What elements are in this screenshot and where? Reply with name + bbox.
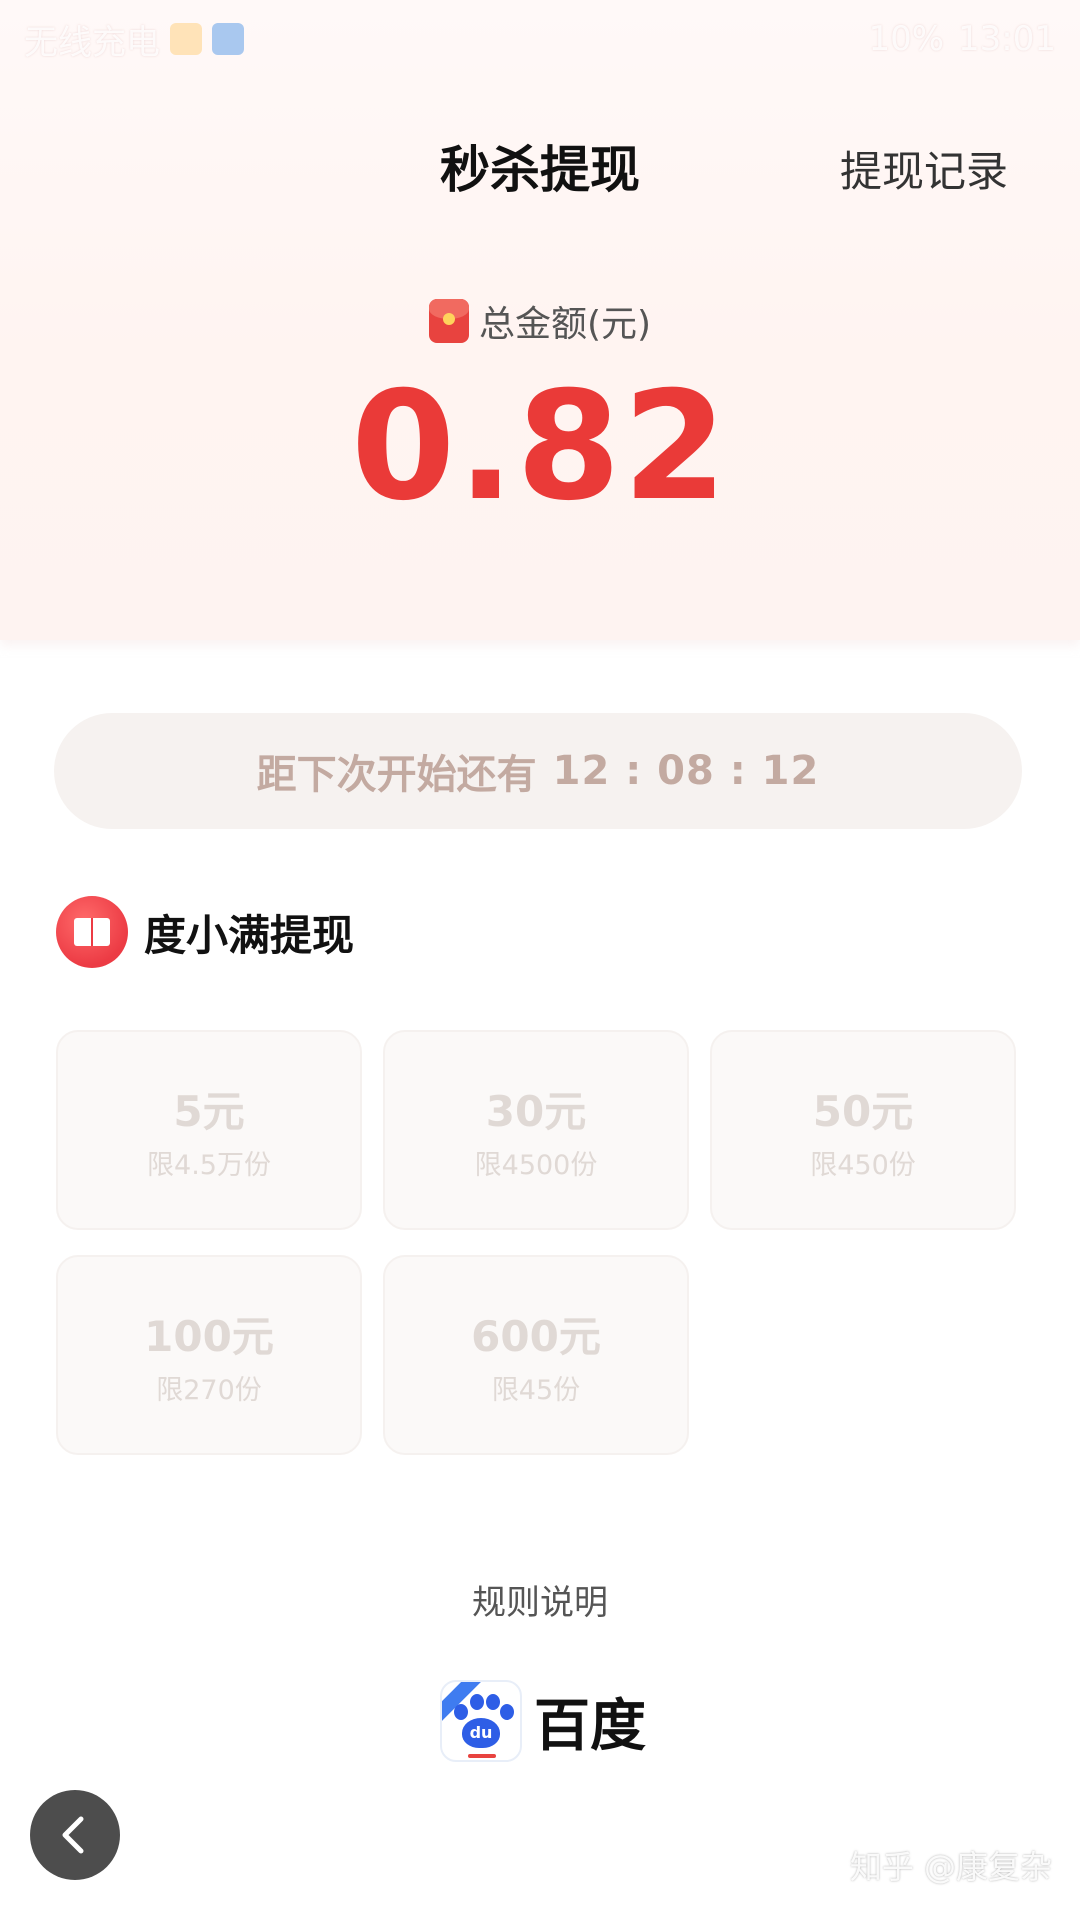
status-right: 10% 13:01	[868, 19, 1056, 59]
withdraw-option-100[interactable]: 100元 限270份	[56, 1255, 362, 1455]
red-envelope-icon	[428, 299, 469, 343]
search-app-icon	[212, 23, 244, 55]
clock-text: 13:01	[958, 19, 1056, 59]
option-limit: 限4.5万份	[147, 1150, 271, 1181]
baidu-paw-icon: du	[440, 1680, 522, 1762]
withdraw-option-600[interactable]: 600元 限45份	[383, 1255, 689, 1455]
section-header: 度小满提现	[56, 896, 354, 968]
battery-text: 10%	[868, 19, 945, 59]
countdown-time: 12 : 08 : 12	[552, 748, 820, 794]
option-limit: 限270份	[156, 1375, 262, 1406]
baidu-logo-text: 百度	[534, 1693, 646, 1759]
withdraw-options: 5元 限4.5万份 30元 限4500份 50元 限450份 100元 限270…	[56, 1030, 1016, 1455]
paw-toe	[486, 1694, 500, 1710]
page: 无线充电 10% 13:01 秒杀提现 提现记录 总金额(元) 0.82 距下次…	[0, 0, 1080, 1920]
withdraw-option-50[interactable]: 50元 限450份	[710, 1030, 1016, 1230]
withdraw-option-5[interactable]: 5元 限4.5万份	[56, 1030, 362, 1230]
cloud-icon	[170, 23, 202, 55]
option-amount: 600元	[471, 1312, 601, 1361]
option-amount: 30元	[485, 1087, 587, 1136]
balance-label: 总金额(元)	[478, 304, 652, 345]
balance-label-row: 总金额(元)	[0, 295, 1080, 347]
paw-toe	[500, 1704, 514, 1720]
status-bar: 无线充电 10% 13:01	[24, 14, 1056, 64]
countdown-prefix: 距下次开始还有	[256, 752, 537, 798]
status-left: 无线充电	[24, 15, 244, 64]
option-limit: 限450份	[810, 1150, 916, 1181]
option-amount: 100元	[144, 1312, 274, 1361]
withdraw-record-link[interactable]: 提现记录	[840, 138, 1008, 199]
option-amount: 5元	[173, 1087, 245, 1136]
option-limit: 限4500份	[474, 1150, 598, 1181]
paw-toe	[470, 1694, 484, 1710]
balance-header: 无线充电 10% 13:01 秒杀提现 提现记录 总金额(元) 0.82	[0, 0, 1080, 640]
withdraw-option-30[interactable]: 30元 限4500份	[383, 1030, 689, 1230]
option-limit: 限45份	[491, 1375, 581, 1406]
rules-link[interactable]: 规则说明	[0, 1575, 1080, 1624]
watermark: 知乎 @康复杂	[849, 1848, 1052, 1886]
option-amount: 50元	[812, 1087, 914, 1136]
baidu-brand: du 百度	[440, 1680, 646, 1762]
paw-pad: du	[462, 1718, 500, 1748]
countdown-banner: 距下次开始还有 12 : 08 : 12	[54, 713, 1022, 829]
paw-toe	[454, 1704, 468, 1720]
balance-amount: 0.82	[350, 360, 730, 534]
back-button[interactable]	[30, 1790, 120, 1880]
status-charging-text: 无线充电	[24, 22, 160, 63]
chevron-left-icon	[62, 1816, 84, 1854]
paw-underline	[468, 1754, 496, 1758]
book-icon	[56, 896, 128, 968]
section-title: 度小满提现	[144, 910, 355, 960]
